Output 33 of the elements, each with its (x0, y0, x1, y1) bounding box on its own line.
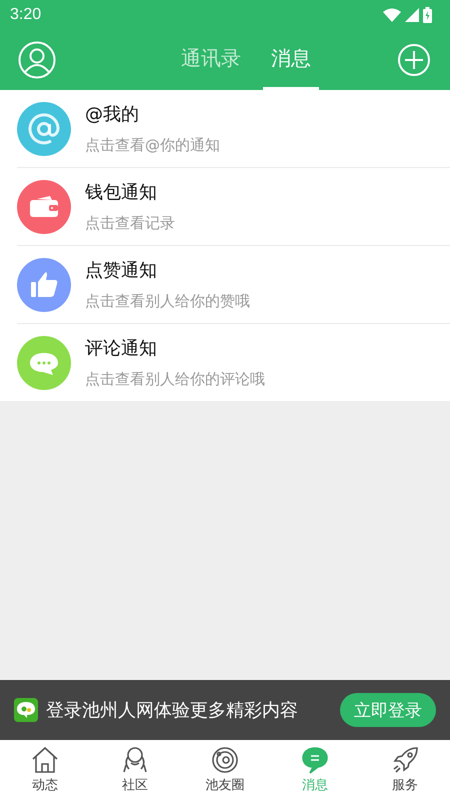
nav-label: 动态 (32, 777, 58, 794)
planet-icon (210, 745, 240, 775)
profile-icon[interactable] (18, 41, 56, 79)
nav-tab[interactable]: 动态 (0, 740, 90, 799)
home-icon (30, 745, 60, 775)
notification-title: 钱包通知 (85, 181, 158, 204)
notification-item[interactable]: 点赞通知 点击查看别人给你的赞哦 (17, 246, 450, 324)
nav-tab[interactable]: 社区 (90, 740, 180, 799)
hands-icon (120, 745, 150, 775)
nav-label: 消息 (302, 777, 328, 794)
nav-label: 社区 (122, 777, 148, 794)
notification-item[interactable]: @我的 点击查看@你的通知 (17, 90, 450, 168)
status-time: 3:20 (10, 6, 42, 24)
login-prompt: 登录池州人网体验更多精彩内容 (46, 699, 299, 722)
notification-subtitle: 点击查看别人给你的评论哦 (85, 370, 265, 389)
notification-item[interactable]: 钱包通知 点击查看记录 (17, 168, 450, 246)
add-icon[interactable] (398, 44, 430, 76)
battery-icon (423, 7, 432, 23)
notification-subtitle: 点击查看@你的通知 (85, 136, 220, 155)
app-logo-icon (14, 698, 38, 722)
nav-label: 服务 (392, 777, 418, 794)
notification-subtitle: 点击查看别人给你的赞哦 (85, 292, 250, 311)
wifi-icon (383, 8, 401, 22)
message-icon (300, 745, 330, 775)
nav-label: 池友圈 (206, 777, 244, 794)
notification-subtitle: 点击查看记录 (85, 214, 175, 233)
signal-icon (405, 8, 419, 22)
notification-item[interactable]: 评论通知 点击查看别人给你的评论哦 (17, 324, 450, 401)
notification-title: 评论通知 (85, 337, 158, 360)
nav-tab[interactable]: 服务 (360, 740, 450, 799)
notification-title: 点赞通知 (85, 259, 158, 282)
notification-title: @我的 (85, 103, 140, 126)
nav-tab[interactable]: 池友圈 (180, 740, 270, 799)
